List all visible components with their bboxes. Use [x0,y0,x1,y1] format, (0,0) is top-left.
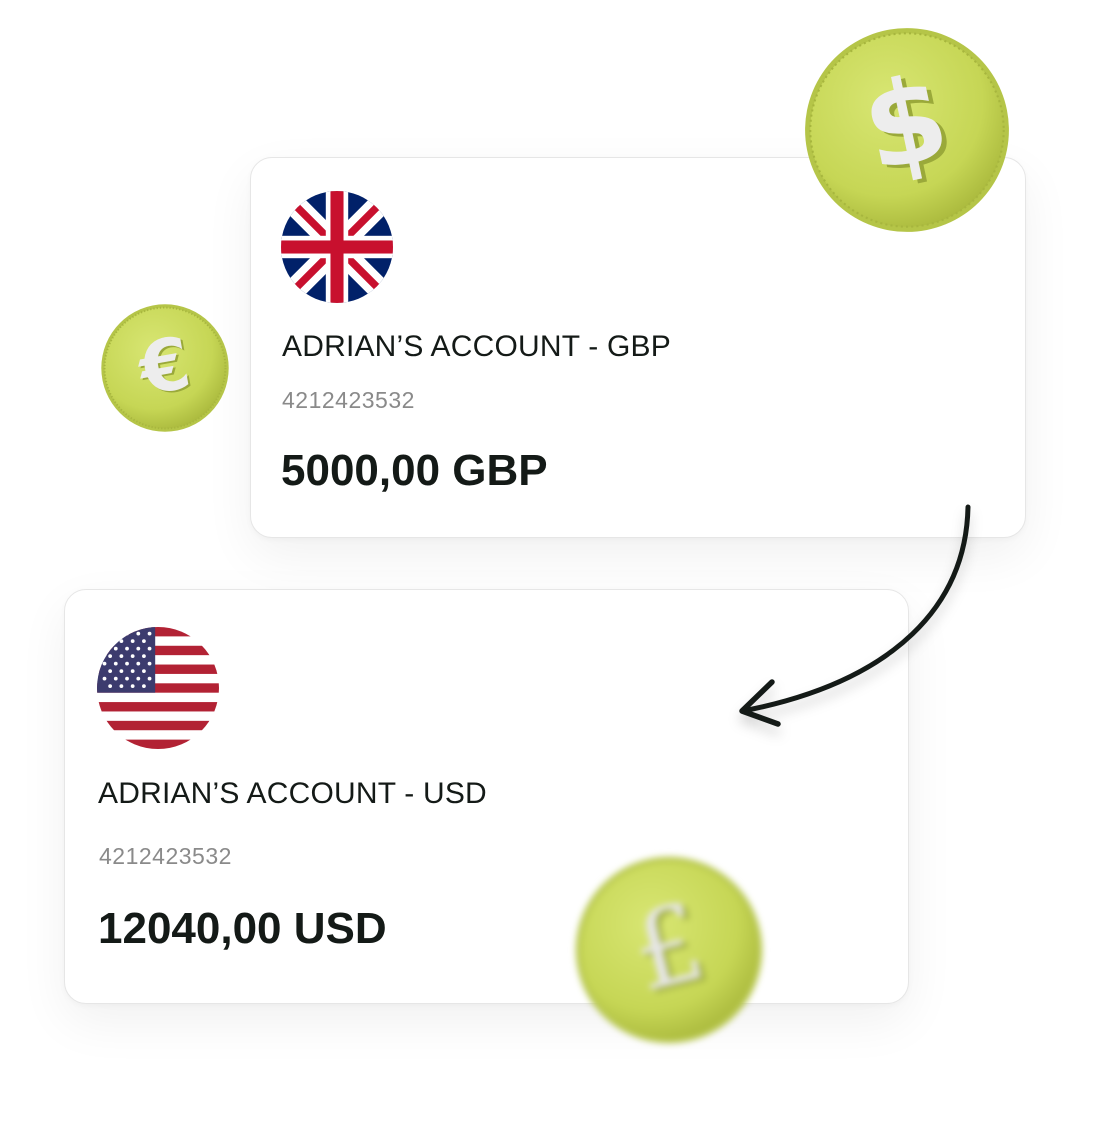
account-name: ADRIAN’S ACCOUNT - USD [98,777,487,810]
pound-coin-icon: £ £ [574,855,764,1045]
account-number: 4212423532 [99,843,232,869]
uk-flag-icon [281,191,393,303]
us-flag-icon [97,627,219,749]
account-balance: 5000,00 GBP [281,446,548,495]
dollar-coin-icon: $ $ [803,26,1011,234]
curved-arrow-icon [720,495,990,745]
account-number: 4212423532 [282,387,415,413]
euro-coin-icon: € € [100,303,230,433]
account-name: ADRIAN’S ACCOUNT - GBP [282,330,671,363]
account-balance: 12040,00 USD [98,904,387,953]
